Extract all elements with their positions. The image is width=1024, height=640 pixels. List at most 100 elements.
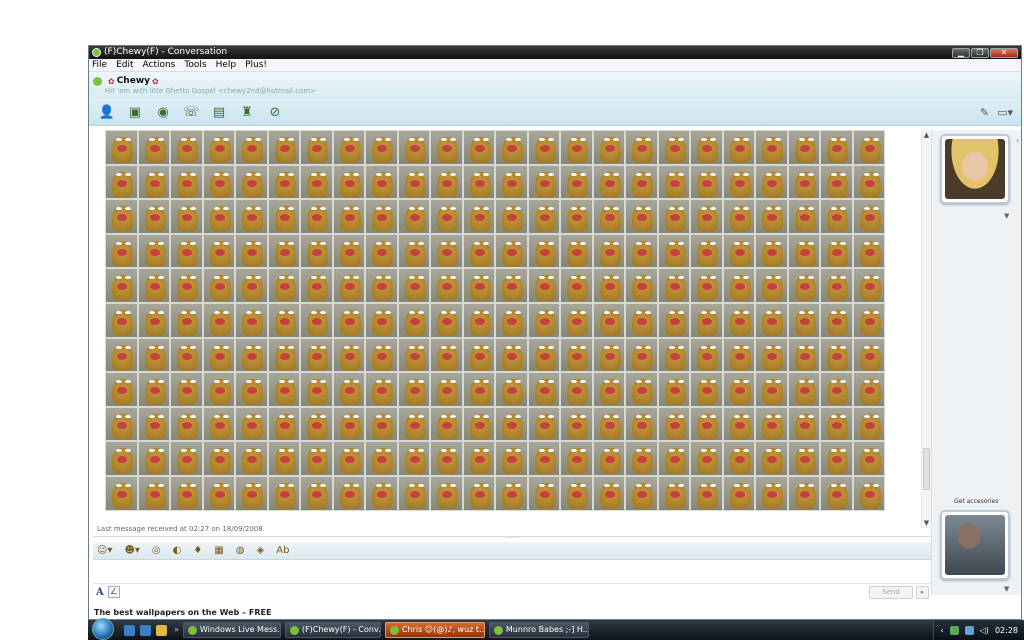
- chewy-emoticon: [756, 269, 787, 302]
- chewy-emoticon: [366, 373, 397, 406]
- chewy-emoticon: [106, 407, 137, 441]
- minimize-button[interactable]: ▁: [952, 47, 970, 58]
- chewy-emoticon: [496, 269, 527, 302]
- menu-help[interactable]: Help: [216, 60, 237, 70]
- chewy-emoticon: [528, 234, 559, 268]
- collapse-panel-icon[interactable]: ‹: [1016, 136, 1019, 145]
- scroll-down-arrow-icon[interactable]: ▼: [922, 518, 931, 528]
- chewy-emoticon: [691, 234, 722, 268]
- chewy-emoticon: [268, 165, 299, 199]
- chewy-emoticon: [106, 234, 137, 268]
- close-button[interactable]: ✕: [990, 47, 1018, 58]
- menu-plus[interactable]: Plus!: [245, 60, 267, 70]
- title-bar[interactable]: (F)Chewy(F) - Conversation ▁ ❐ ✕: [89, 46, 1021, 59]
- display-options-icon[interactable]: ▭▾: [997, 106, 1013, 119]
- conversation-history[interactable]: ▲ ▼: [93, 130, 931, 528]
- folder-icon[interactable]: [156, 624, 167, 636]
- messenger-tray-icon[interactable]: [949, 625, 959, 635]
- own-display-picture[interactable]: [940, 510, 1010, 580]
- chewy-emoticon: [333, 269, 364, 302]
- window-title: (F)Chewy(F) - Conversation: [104, 47, 228, 57]
- chewy-emoticon: [236, 476, 267, 510]
- menu-file[interactable]: File: [92, 60, 107, 70]
- chewy-emoticon: [756, 338, 787, 372]
- chewy-emoticon: [106, 200, 137, 233]
- backgrounds-icon[interactable]: ✎: [980, 106, 989, 119]
- image-icon[interactable]: ♦: [193, 545, 202, 556]
- internet-explorer-icon[interactable]: [140, 624, 151, 636]
- chewy-emoticon: [691, 407, 722, 441]
- font-icon[interactable]: ◈: [257, 545, 265, 556]
- chewy-emoticon: [171, 303, 202, 337]
- chewy-emoticon: [138, 269, 169, 302]
- call-icon[interactable]: ☏: [177, 102, 205, 122]
- contact-header: ✿ Chewy ✿ Hit 'em with litte Ghetto Gosp…: [89, 72, 1021, 99]
- flower-icon: ✿: [152, 76, 159, 86]
- clock[interactable]: 02:28: [995, 626, 1018, 635]
- history-scrollbar[interactable]: ▲ ▼: [921, 130, 931, 528]
- font-button[interactable]: A: [96, 587, 104, 598]
- share-files-icon[interactable]: ▣: [121, 102, 149, 122]
- show-desktop-icon[interactable]: [124, 624, 135, 636]
- contact-picture-menu-arrow-icon[interactable]: ▼: [1004, 212, 1009, 220]
- chewy-emoticon: [626, 338, 657, 372]
- menu-actions[interactable]: Actions: [143, 60, 176, 70]
- chewy-emoticon: [203, 165, 234, 199]
- chewy-emoticon: [561, 338, 592, 372]
- chewy-emoticon: [626, 234, 657, 268]
- voice-clip-icon[interactable]: ◐: [173, 545, 182, 556]
- taskbar-item-messenger[interactable]: Windows Live Mess...: [182, 622, 281, 638]
- window-controls: ▁ ❐ ✕: [952, 47, 1018, 58]
- chewy-emoticon: [593, 303, 624, 337]
- taskbar-item-conversation-chewy[interactable]: (F)Chewy(F) - Conv...: [284, 622, 381, 638]
- chewy-emoticon: [171, 269, 202, 302]
- chewy-emoticon: [236, 200, 267, 233]
- volume-icon[interactable]: ◁): [980, 626, 989, 635]
- photo-icon[interactable]: ◍: [236, 545, 245, 556]
- tray-expand-icon[interactable]: ‹: [940, 626, 943, 635]
- chewy-emoticon: [236, 338, 267, 372]
- get-accessories-link[interactable]: Get accesories: [954, 498, 998, 505]
- network-tray-icon[interactable]: [964, 625, 974, 635]
- text-format-icon[interactable]: Ab: [276, 545, 289, 556]
- games-icon[interactable]: ♜: [233, 102, 261, 122]
- invite-contact-icon[interactable]: 👤: [93, 102, 121, 122]
- block-icon[interactable]: ⊘: [261, 102, 289, 122]
- chewy-emoticon: [333, 476, 364, 510]
- background-icon[interactable]: ▦: [214, 545, 223, 556]
- chewy-emoticon: [236, 269, 267, 302]
- chewy-emoticon: [658, 303, 689, 337]
- emoticon-icon[interactable]: ☺▾: [97, 545, 112, 556]
- chewy-emoticon: [496, 476, 527, 510]
- start-button[interactable]: [92, 618, 114, 640]
- chewy-emoticon: [236, 442, 267, 475]
- chewy-emoticon: [203, 234, 234, 268]
- send-options-button[interactable]: ▸: [916, 585, 929, 599]
- own-picture-menu-arrow-icon[interactable]: ▼: [1004, 585, 1009, 593]
- quick-launch-chevron-icon[interactable]: »: [174, 625, 179, 636]
- contact-display-picture[interactable]: [940, 134, 1010, 204]
- menu-edit[interactable]: Edit: [116, 60, 133, 70]
- nudge-icon[interactable]: ◎: [152, 545, 161, 556]
- menu-tools[interactable]: Tools: [184, 60, 206, 70]
- taskbar-item-conversation-munnro[interactable]: Munnro Babes ;-] H...: [488, 622, 589, 638]
- chewy-emoticon: [821, 338, 852, 372]
- send-button[interactable]: Send: [869, 585, 913, 599]
- taskbar: » Windows Live Mess... (F)Chewy(F) - Con…: [88, 618, 1024, 640]
- chewy-emoticon: [821, 476, 852, 510]
- advertisement-text[interactable]: The best wallpapers on the Web – FREE: [94, 608, 271, 617]
- chewy-emoticon: [626, 165, 657, 199]
- video-call-icon[interactable]: ◉: [149, 102, 177, 122]
- conversation-window: (F)Chewy(F) - Conversation ▁ ❐ ✕ File Ed…: [88, 45, 1022, 620]
- maximize-button[interactable]: ❐: [971, 47, 989, 58]
- message-input[interactable]: [93, 560, 931, 584]
- contact-status-icon: [93, 76, 102, 86]
- handwriting-button[interactable]: ∠: [107, 586, 120, 598]
- taskbar-item-conversation-chris[interactable]: Chris ☺(@)♪, wuz t...: [384, 622, 485, 638]
- scroll-thumb[interactable]: [923, 448, 930, 490]
- chewy-emoticon: [268, 476, 299, 510]
- chewy-emoticon: [203, 200, 234, 233]
- wink-icon[interactable]: ☻▾: [124, 545, 139, 556]
- activities-icon[interactable]: ▤: [205, 102, 233, 122]
- scroll-up-arrow-icon[interactable]: ▲: [922, 130, 931, 140]
